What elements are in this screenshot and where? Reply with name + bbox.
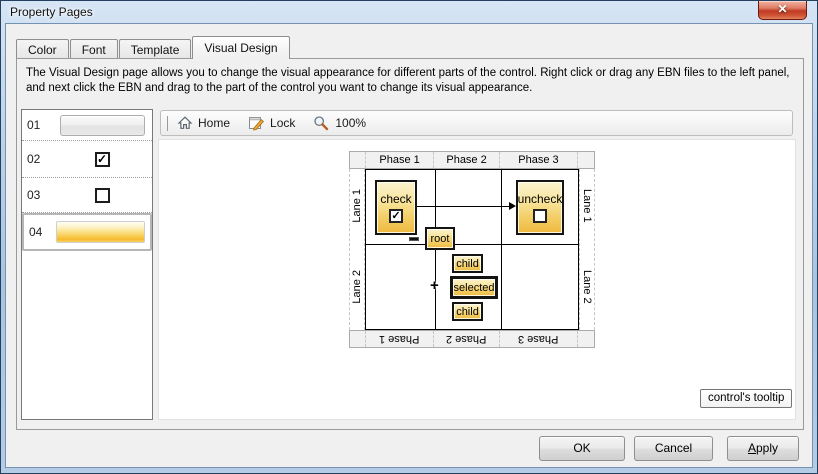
header-corner [350, 152, 366, 168]
header-phase-1[interactable]: Phase 1 [366, 152, 434, 168]
dialog-buttons: OK Cancel Apply [539, 436, 799, 461]
collapse-icon[interactable] [409, 237, 419, 241]
ebn-preview-button[interactable] [60, 115, 145, 136]
property-pages-dialog: Property Pages ✕ Color Font Template Vis… [0, 0, 818, 474]
node-selected[interactable]: selected [450, 276, 498, 299]
ebn-list-item-01[interactable]: 01 [22, 110, 152, 141]
ok-button[interactable]: OK [539, 436, 625, 461]
lane-1-label-right[interactable]: Lane 1 [580, 169, 594, 243]
tab-visual-design[interactable]: Visual Design [192, 36, 289, 59]
tab-template[interactable]: Template [119, 39, 192, 59]
control-tooltip: control's tooltip [700, 389, 792, 408]
ebn-list-item-03[interactable]: 03 [22, 178, 152, 213]
node-child-top[interactable]: child [452, 254, 483, 273]
node-check[interactable]: check ✓ [375, 180, 417, 235]
design-area: Home Lock [158, 109, 796, 420]
design-canvas[interactable]: Phase 1 Phase 2 Phase 3 Lane 1 Lane 2 La… [158, 139, 796, 420]
home-label: Home [198, 116, 230, 130]
item-number: 02 [27, 152, 57, 166]
lane-2-label-left[interactable]: Lane 2 [350, 243, 364, 330]
footer-phase-2[interactable]: Phase 2 [434, 331, 499, 347]
node-check-label: check [380, 192, 411, 206]
ebn-gradient-preview[interactable] [56, 221, 145, 243]
toolbar-grip [167, 116, 168, 131]
ebn-list-item-04-selected[interactable]: 04 [22, 213, 152, 251]
page-description: The Visual Design page allows you to cha… [26, 66, 798, 96]
lock-button[interactable]: Lock [248, 115, 295, 131]
zoom-level-label: 100% [335, 116, 366, 130]
apply-button[interactable]: Apply [727, 436, 799, 461]
grid-line [366, 244, 578, 245]
node-uncheck-label: uncheck [518, 192, 563, 206]
checked-state-icon[interactable]: ✓ [389, 209, 403, 223]
node-child-bottom[interactable]: child [452, 302, 483, 321]
footer-phase-1[interactable]: Phase 1 [366, 331, 434, 347]
zoom-button[interactable]: 100% [313, 115, 366, 131]
footer-corner [350, 331, 366, 347]
node-selected-label: selected [454, 282, 495, 294]
lock-label: Lock [270, 116, 295, 130]
swimlane-preview: Phase 1 Phase 2 Phase 3 Lane 1 Lane 2 La… [349, 151, 595, 348]
titlebar[interactable]: Property Pages ✕ [1, 1, 817, 23]
lock-icon [248, 115, 265, 131]
window-title: Property Pages [10, 5, 93, 19]
item-number: 01 [27, 118, 57, 132]
item-number: 03 [27, 188, 57, 202]
tab-color[interactable]: Color [16, 39, 69, 59]
node-child-label: child [456, 258, 479, 270]
header-phase-3[interactable]: Phase 3 [500, 152, 578, 168]
item-number: 04 [29, 225, 56, 239]
visual-design-page: The Visual Design page allows you to cha… [16, 58, 804, 430]
unchecked-state-icon[interactable] [533, 209, 547, 223]
phase-header-bar: Phase 1 Phase 2 Phase 3 [349, 151, 595, 169]
home-icon [177, 115, 193, 131]
ebn-list-item-02[interactable]: 02 ✓ [22, 141, 152, 178]
link-arrow-line [417, 206, 511, 207]
footer-corner [578, 331, 594, 347]
tab-font[interactable]: Font [70, 39, 118, 59]
design-toolbar: Home Lock [160, 110, 793, 136]
cancel-button[interactable]: Cancel [634, 436, 713, 461]
expand-icon[interactable]: + [430, 277, 439, 294]
lane-1-label-left[interactable]: Lane 1 [350, 169, 364, 243]
zoom-icon [313, 115, 330, 131]
checkbox-unchecked-icon[interactable] [95, 188, 110, 203]
dialog-content: Color Font Template Visual Design The Vi… [5, 23, 813, 468]
header-corner [578, 152, 594, 168]
checkbox-checked-icon[interactable]: ✓ [95, 152, 110, 167]
ebn-list-panel[interactable]: 01 02 ✓ 03 04 [21, 109, 153, 420]
right-lane-column: Lane 1 Lane 2 [579, 169, 595, 330]
tab-strip: Color Font Template Visual Design [16, 37, 291, 59]
footer-phase-3[interactable]: Phase 3 [500, 331, 578, 347]
node-root[interactable]: root [425, 227, 455, 250]
node-uncheck[interactable]: uncheck [516, 180, 564, 235]
lane-2-label-right[interactable]: Lane 2 [580, 243, 594, 330]
header-phase-2[interactable]: Phase 2 [434, 152, 499, 168]
link-arrow-head [509, 202, 516, 210]
close-button[interactable]: ✕ [758, 1, 807, 20]
phase-footer-bar: Phase 1 Phase 2 Phase 3 [349, 330, 595, 348]
grid-line [501, 170, 502, 329]
node-child-label: child [456, 306, 479, 318]
node-root-label: root [431, 233, 450, 245]
close-icon: ✕ [777, 2, 787, 16]
left-lane-column: Lane 1 Lane 2 [349, 169, 365, 330]
home-button[interactable]: Home [177, 115, 230, 131]
